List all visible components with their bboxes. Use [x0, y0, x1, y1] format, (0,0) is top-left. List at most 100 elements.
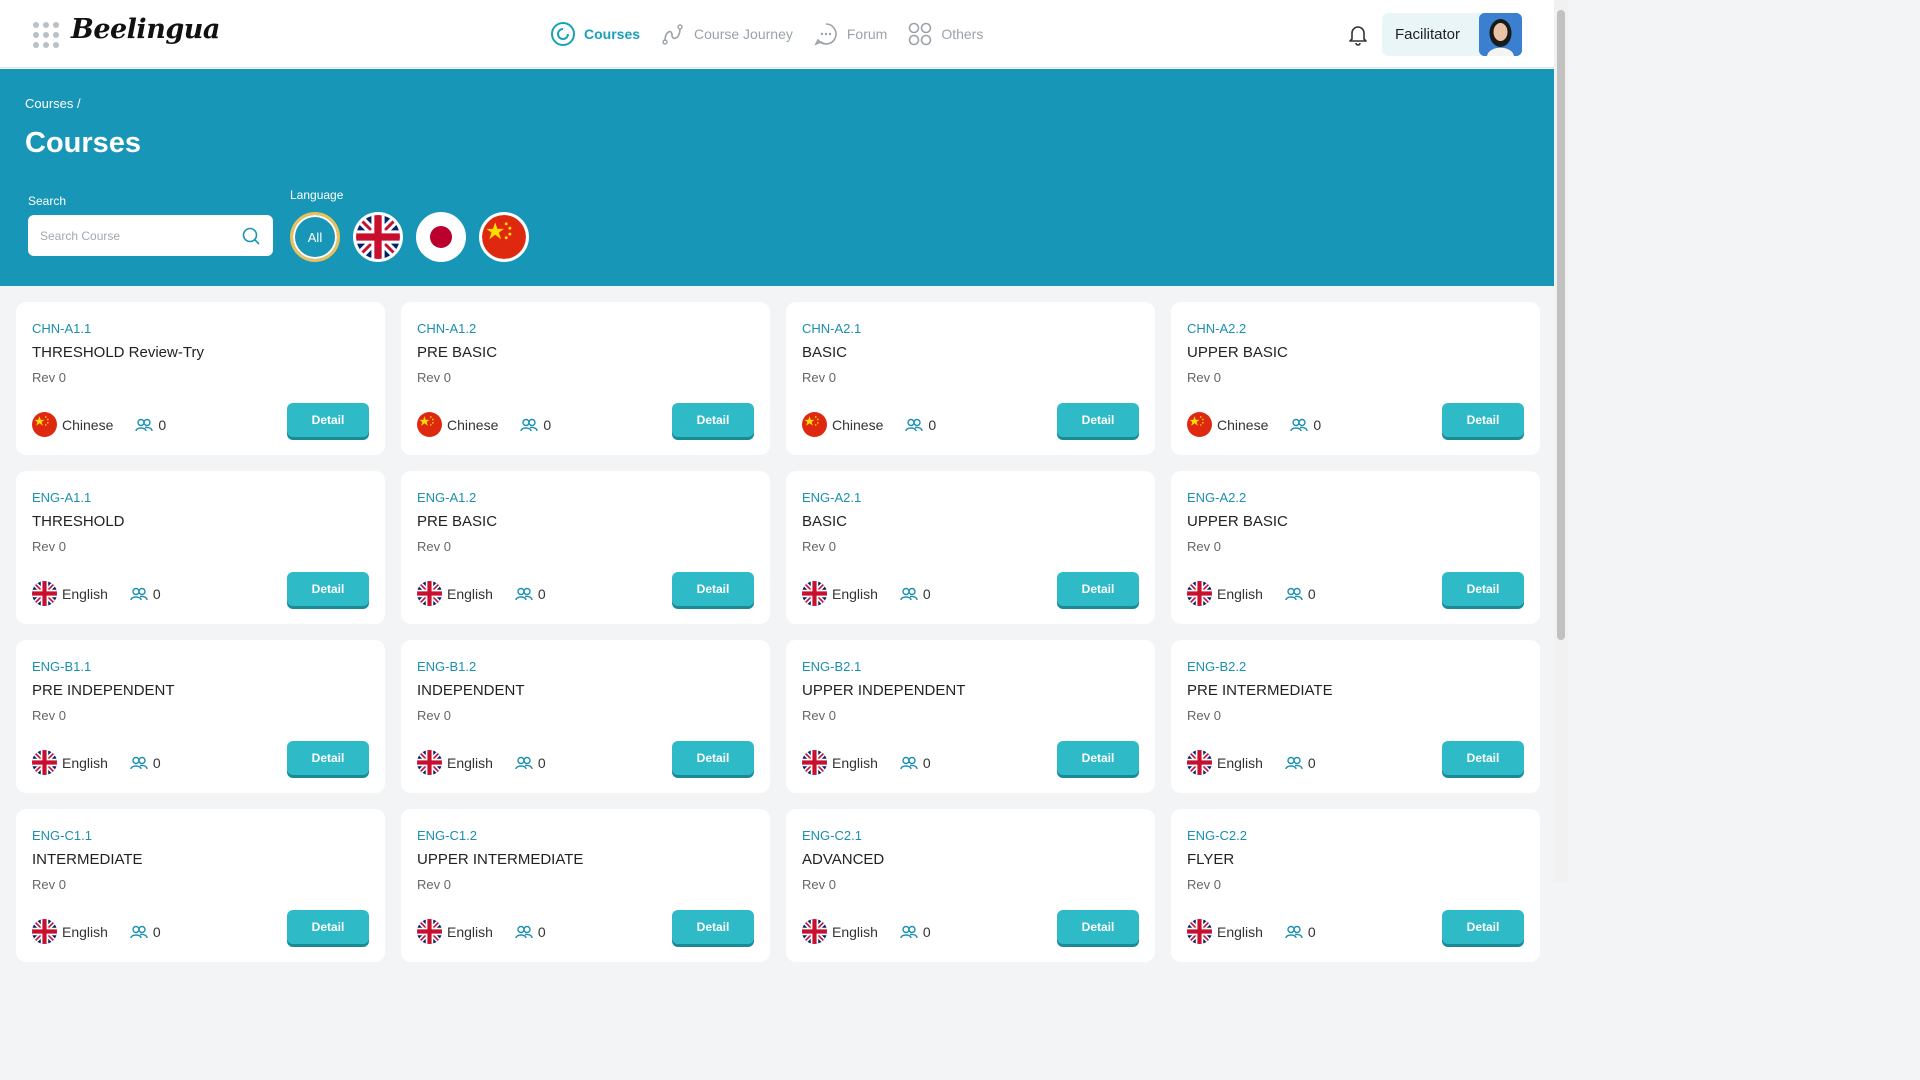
language-english-button[interactable]	[353, 212, 403, 262]
detail-button[interactable]: Detail	[1057, 741, 1139, 775]
journey-icon	[662, 24, 683, 45]
detail-button[interactable]: Detail	[672, 403, 754, 437]
course-card: CHN-A2.1 BASIC Rev 0 Chinese 0 Detail	[786, 302, 1155, 455]
course-name: INDEPENDENT	[417, 682, 525, 699]
course-meta: English 0	[1187, 919, 1316, 944]
users-icon	[1290, 418, 1313, 432]
apps-grid-icon[interactable]	[33, 22, 59, 48]
detail-button[interactable]: Detail	[672, 910, 754, 944]
enrolled-count: 0	[537, 754, 546, 771]
course-name: THRESHOLD Review-Try	[32, 344, 204, 361]
course-language: English	[62, 585, 108, 602]
course-code: CHN-A2.1	[802, 321, 862, 336]
detail-button[interactable]: Detail	[287, 910, 369, 944]
enrolled-count: 0	[158, 416, 167, 433]
users-icon	[1285, 756, 1308, 770]
course-name: UPPER BASIC	[1187, 344, 1288, 361]
brand-logo[interactable]: Beelingua	[71, 14, 220, 45]
detail-button[interactable]: Detail	[1442, 910, 1524, 944]
detail-button[interactable]: Detail	[1057, 910, 1139, 944]
detail-button[interactable]: Detail	[287, 741, 369, 775]
uk-flag-icon	[32, 581, 57, 606]
course-revision: Rev 0	[417, 370, 451, 385]
enrolled-count: 0	[1307, 923, 1316, 940]
users-icon	[515, 925, 538, 939]
detail-button[interactable]: Detail	[1442, 403, 1524, 437]
detail-button[interactable]: Detail	[672, 572, 754, 606]
detail-button[interactable]: Detail	[1442, 741, 1524, 775]
search-label: Search	[28, 194, 67, 208]
course-language: Chinese	[447, 416, 499, 433]
detail-button[interactable]: Detail	[1442, 572, 1524, 606]
course-card: CHN-A1.2 PRE BASIC Rev 0 Chinese 0 Detail	[401, 302, 770, 455]
course-revision: Rev 0	[1187, 877, 1221, 892]
enrolled-count: 0	[922, 923, 931, 940]
course-meta: English 0	[802, 581, 931, 606]
users-icon	[130, 756, 153, 770]
enrolled-users: 0	[520, 417, 551, 433]
language-chinese-button[interactable]	[479, 212, 529, 262]
nav-others[interactable]: Others	[907, 21, 983, 47]
search-icon[interactable]	[241, 226, 261, 246]
course-code: ENG-A1.2	[417, 490, 477, 505]
enrolled-users: 0	[1285, 586, 1316, 602]
course-meta: Chinese 0	[417, 412, 551, 437]
course-name: PRE BASIC	[417, 344, 498, 361]
users-icon	[1285, 587, 1308, 601]
enrolled-count: 0	[152, 923, 161, 940]
nav-courses-label: Courses	[584, 26, 641, 42]
enrolled-users: 0	[130, 586, 161, 602]
course-language: English	[447, 754, 493, 771]
course-code: ENG-B2.2	[1187, 659, 1247, 674]
notification-bell-icon[interactable]	[1346, 22, 1370, 51]
breadcrumb[interactable]: Courses /	[25, 96, 81, 111]
japan-flag-icon	[419, 215, 463, 259]
detail-button[interactable]: Detail	[287, 572, 369, 606]
course-code: ENG-C2.2	[1187, 828, 1247, 843]
course-revision: Rev 0	[802, 539, 836, 554]
course-code: ENG-A2.1	[802, 490, 862, 505]
course-language: Chinese	[1217, 416, 1269, 433]
page-scrollbar[interactable]	[1554, 0, 1568, 882]
course-meta: English 0	[417, 750, 546, 775]
course-language: English	[1217, 754, 1263, 771]
detail-button[interactable]: Detail	[287, 403, 369, 437]
course-code: CHN-A1.2	[417, 321, 477, 336]
scrollbar-thumb[interactable]	[1557, 10, 1565, 640]
nav-forum[interactable]: Forum	[813, 21, 887, 47]
detail-button[interactable]: Detail	[1057, 403, 1139, 437]
user-menu[interactable]: Facilitator	[1382, 13, 1522, 56]
enrolled-users: 0	[130, 924, 161, 940]
courses-hero-banner: Courses / Courses Search Language All	[0, 69, 1554, 286]
course-meta: English 0	[1187, 581, 1316, 606]
course-revision: Rev 0	[802, 708, 836, 723]
enrolled-users: 0	[1290, 417, 1321, 433]
course-meta: English 0	[32, 750, 161, 775]
course-name: PRE INTERMEDIATE	[1187, 682, 1333, 699]
language-japanese-button[interactable]	[416, 212, 466, 262]
course-language: English	[447, 585, 493, 602]
detail-button[interactable]: Detail	[1057, 572, 1139, 606]
uk-flag-icon	[802, 750, 827, 775]
search-input[interactable]	[28, 215, 228, 256]
users-icon	[515, 587, 538, 601]
avatar[interactable]	[1479, 13, 1522, 56]
course-revision: Rev 0	[1187, 539, 1221, 554]
uk-flag-icon	[802, 919, 827, 944]
enrolled-users: 0	[135, 417, 166, 433]
course-name: BASIC	[802, 513, 848, 530]
course-card: ENG-A1.1 THRESHOLD Rev 0 English 0 Detail	[16, 471, 385, 624]
course-revision: Rev 0	[417, 708, 451, 723]
language-all-button[interactable]: All	[290, 212, 340, 262]
nav-course-journey[interactable]: Course Journey	[660, 21, 793, 47]
enrolled-count: 0	[928, 416, 937, 433]
course-code: ENG-B1.1	[32, 659, 92, 674]
enrolled-count: 0	[1307, 754, 1316, 771]
course-card: ENG-C1.2 UPPER INTERMEDIATE Rev 0 English 0 D…	[401, 809, 770, 962]
nav-courses[interactable]: Courses	[550, 21, 640, 47]
detail-button[interactable]: Detail	[672, 741, 754, 775]
enrolled-users: 0	[900, 586, 931, 602]
page-title: Courses	[25, 127, 142, 159]
enrolled-count: 0	[1307, 585, 1316, 602]
course-language: English	[832, 585, 878, 602]
